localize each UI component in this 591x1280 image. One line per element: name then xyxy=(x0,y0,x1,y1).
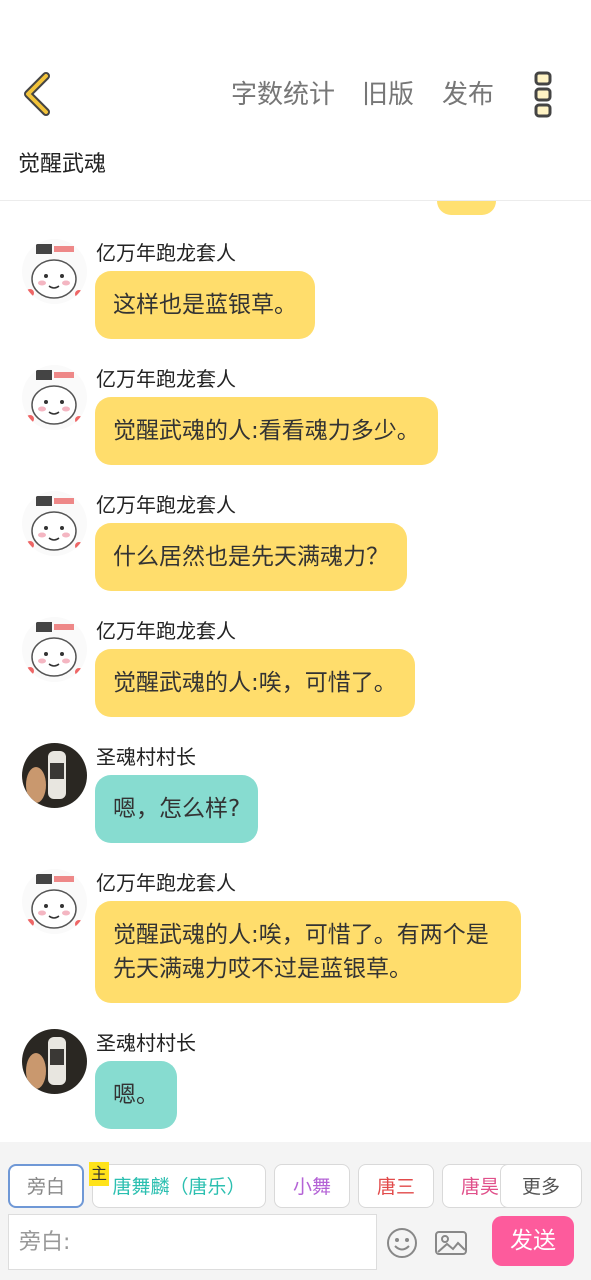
avatar[interactable] xyxy=(22,743,87,808)
more-menu-button[interactable] xyxy=(528,70,558,120)
composer-panel: 旁白 唐舞麟（唐乐） 主 小舞 唐三 唐昊 更多 发送 xyxy=(0,1142,591,1280)
cartoon-avatar-icon xyxy=(22,617,87,682)
role-chip-tang-san[interactable]: 唐三 xyxy=(358,1164,434,1208)
chevron-left-icon xyxy=(24,72,50,116)
photo-avatar-icon xyxy=(22,1029,87,1094)
avatar[interactable] xyxy=(22,617,87,682)
image-button[interactable] xyxy=(434,1226,468,1260)
chat-list[interactable]: 亿万年跑龙套人 这样也是蓝银草。 亿万年跑龙套人 觉醒武魂的人:看看魂力多少。 xyxy=(0,201,591,1141)
message-bubble[interactable]: 什么居然也是先天满魂力？ xyxy=(95,523,407,591)
avatar[interactable] xyxy=(22,869,87,934)
image-icon xyxy=(435,1231,467,1255)
avatar[interactable] xyxy=(22,365,87,430)
role-chip-tang-wulin[interactable]: 唐舞麟（唐乐） xyxy=(92,1164,266,1208)
cartoon-avatar-icon xyxy=(22,491,87,556)
avatar[interactable] xyxy=(22,239,87,304)
sender-name: 圣魂村村长 xyxy=(96,1031,196,1055)
smiley-icon xyxy=(387,1228,417,1258)
message-bubble[interactable]: 嗯，怎么样? xyxy=(95,775,259,843)
vertical-dots-icon xyxy=(534,71,552,118)
message-input[interactable] xyxy=(8,1214,377,1270)
cartoon-avatar-icon xyxy=(22,365,87,430)
photo-avatar-icon xyxy=(22,743,87,808)
page-title: 觉醒武魂 xyxy=(18,152,107,177)
cartoon-avatar-icon xyxy=(22,239,87,304)
message-bubble[interactable]: 觉醒武魂的人:唉，可惜了。有两个是先天满魂力哎不过是蓝银草。 xyxy=(95,901,521,1003)
sender-name: 亿万年跑龙套人 xyxy=(96,367,236,391)
avatar[interactable] xyxy=(22,491,87,556)
previous-message-bubble xyxy=(437,201,496,215)
role-chip-narrator[interactable]: 旁白 xyxy=(8,1164,84,1208)
emoji-button[interactable] xyxy=(385,1226,419,1260)
sender-name: 亿万年跑龙套人 xyxy=(96,241,236,265)
role-chip-xiaowu[interactable]: 小舞 xyxy=(274,1164,350,1208)
top-bar: 字数统计 旧版 发布 觉醒武魂 xyxy=(0,0,591,201)
sender-name: 亿万年跑龙套人 xyxy=(96,871,236,895)
avatar[interactable] xyxy=(22,1029,87,1094)
word-count-button[interactable]: 字数统计 xyxy=(231,78,335,112)
back-button[interactable] xyxy=(16,70,64,118)
sender-name: 亿万年跑龙套人 xyxy=(96,493,236,517)
cartoon-avatar-icon xyxy=(22,869,87,934)
message-bubble[interactable]: 这样也是蓝银草。 xyxy=(95,271,315,339)
message-bubble[interactable]: 觉醒武魂的人:看看魂力多少。 xyxy=(95,397,438,465)
host-badge: 主 xyxy=(89,1162,109,1186)
more-roles-button[interactable]: 更多 xyxy=(500,1164,582,1208)
sender-name: 圣魂村村长 xyxy=(96,745,196,769)
message-bubble[interactable]: 嗯。 xyxy=(95,1061,177,1129)
publish-button[interactable]: 发布 xyxy=(442,78,494,112)
sender-name: 亿万年跑龙套人 xyxy=(96,619,236,643)
message-bubble[interactable]: 觉醒武魂的人:唉，可惜了。 xyxy=(95,649,415,717)
send-button[interactable]: 发送 xyxy=(492,1216,574,1266)
old-version-button[interactable]: 旧版 xyxy=(362,78,414,112)
